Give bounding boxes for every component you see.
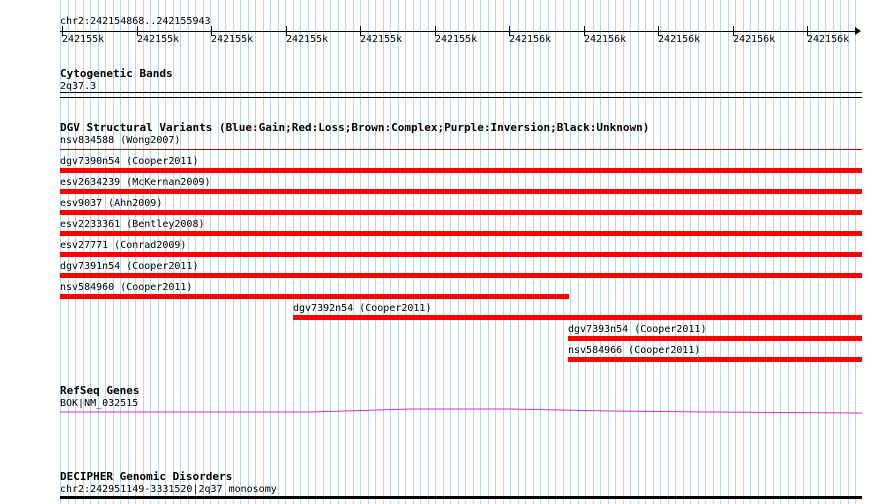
dgv-variant-bar[interactable]: [60, 231, 862, 236]
ruler-tick-label: 242156k: [509, 34, 552, 45]
ruler-tick-label: 242156k: [733, 34, 776, 45]
ruler-tick-label: 242156k: [658, 34, 701, 45]
dgv-first-variant-line: [60, 149, 862, 150]
decipher-region-label[interactable]: chr2:242951149-3331520|2q37 monosomy: [60, 484, 277, 495]
dgv-variant-bar[interactable]: [60, 294, 569, 299]
dgv-track-title: DGV Structural Variants (Blue:Gain;Red:L…: [60, 121, 650, 134]
dgv-variant-label[interactable]: nsv584960 (Cooper2011): [60, 282, 192, 293]
decipher-track-title: DECIPHER Genomic Disorders: [60, 470, 233, 483]
ruler-arrow-icon: [855, 27, 861, 35]
dgv-variant-label[interactable]: esv2634239 (McKernan2009): [60, 177, 211, 188]
ruler-range-label: chr2:242154868..242155943: [60, 16, 211, 27]
dgv-variant-label[interactable]: esv27771 (Conrad2009): [60, 240, 186, 251]
refseq-gene-line[interactable]: [60, 405, 862, 417]
ruler-tick-label: 242155k: [360, 34, 403, 45]
ruler-tick-label: 242155k: [62, 34, 105, 45]
ruler-tick-label: 242155k: [211, 34, 254, 45]
ruler-axis: [60, 31, 860, 32]
cytoband-line-top: [60, 92, 862, 93]
ruler-tick-label: 242155k: [137, 34, 180, 45]
cytoband-label[interactable]: 2q37.3: [60, 81, 96, 92]
refseq-track-title: RefSeq Genes: [60, 384, 140, 397]
dgv-variant-bar[interactable]: [60, 189, 862, 194]
dgv-variant-label[interactable]: dgv7393n54 (Cooper2011): [568, 324, 706, 335]
genome-browser-viewer: chr2:242154868..242155943 242155k 242155k…: [0, 0, 890, 504]
dgv-variant-bar[interactable]: [60, 273, 862, 278]
ruler-tick-label: 242156k: [807, 34, 850, 45]
cytoband-line-bottom: [60, 97, 862, 98]
dgv-variant-bar[interactable]: [293, 315, 862, 320]
dgv-variant-bar[interactable]: [568, 357, 862, 362]
ruler-tick-label: 242155k: [286, 34, 329, 45]
decipher-region-bar[interactable]: [60, 496, 862, 499]
dgv-variant-bar[interactable]: [568, 336, 862, 341]
ruler-tick-label: 242156k: [584, 34, 627, 45]
dgv-variant-bar[interactable]: [60, 252, 862, 257]
dgv-variant-bar[interactable]: [60, 210, 862, 215]
dgv-variant-label[interactable]: dgv7390n54 (Cooper2011): [60, 156, 198, 167]
ruler-tick-label: 242155k: [435, 34, 478, 45]
dgv-variant-label[interactable]: dgv7392n54 (Cooper2011): [293, 303, 431, 314]
dgv-variant-label[interactable]: esv9037 (Ahn2009): [60, 198, 162, 209]
dgv-variant-label[interactable]: nsv584966 (Cooper2011): [568, 345, 700, 356]
cytoband-track-title: Cytogenetic Bands: [60, 67, 173, 80]
dgv-variant-label[interactable]: esv2233361 (Bentley2008): [60, 219, 205, 230]
dgv-first-variant-label[interactable]: nsv834588 (Wong2007): [60, 135, 180, 146]
dgv-variant-label[interactable]: dgv7391n54 (Cooper2011): [60, 261, 198, 272]
dgv-variant-bar[interactable]: [60, 168, 862, 173]
